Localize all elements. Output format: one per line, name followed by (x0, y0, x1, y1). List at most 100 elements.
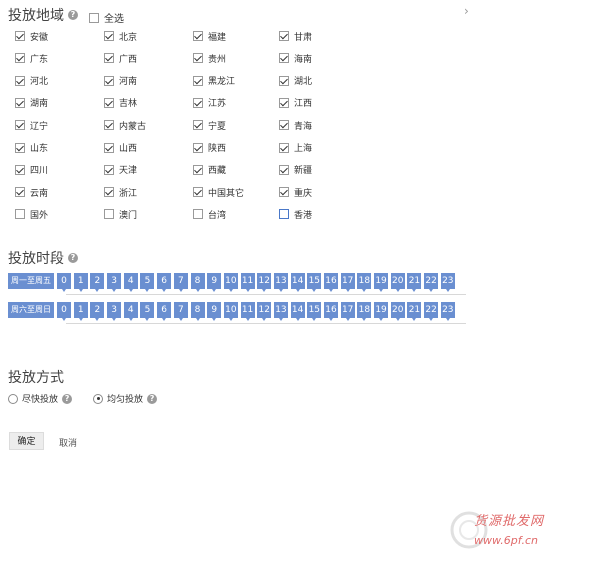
hour-slot[interactable]: 17 (340, 273, 355, 292)
hour-slot[interactable]: 13 (273, 273, 288, 292)
region-checkbox[interactable] (104, 209, 114, 220)
time-row-label[interactable]: 周一至周五 (8, 273, 54, 289)
region-checkbox-item[interactable]: 新疆 (279, 164, 312, 176)
region-checkbox-item[interactable]: 辽宁 (15, 119, 48, 132)
hour-slot[interactable]: 18 (357, 273, 372, 292)
region-checkbox-item[interactable]: 江苏 (193, 97, 226, 109)
region-checkbox-item[interactable]: 河北 (15, 75, 48, 87)
hour-slot[interactable]: 8 (190, 302, 205, 321)
region-checkbox-item[interactable]: 青海 (279, 119, 312, 132)
help-icon[interactable]: ? (68, 10, 78, 20)
hour-slot[interactable]: 2 (90, 273, 105, 292)
hour-slot[interactable]: 2 (90, 302, 105, 321)
help-icon[interactable]: ? (68, 253, 78, 263)
region-checkbox[interactable] (279, 31, 289, 41)
region-checkbox-item[interactable]: 香港 (279, 208, 312, 221)
hour-slot[interactable]: 13 (273, 302, 288, 321)
hour-slot[interactable]: 23 (440, 273, 455, 292)
region-checkbox-item[interactable]: 安徽 (15, 30, 48, 43)
hour-slot[interactable]: 20 (390, 302, 405, 321)
region-checkbox-item[interactable]: 河南 (104, 75, 137, 87)
radio-asap-circle[interactable] (8, 393, 18, 404)
select-all-checkbox[interactable]: 全选 (89, 10, 124, 25)
region-checkbox[interactable] (104, 164, 114, 175)
hour-slot[interactable]: 5 (140, 273, 155, 292)
hour-slot[interactable]: 12 (257, 302, 272, 321)
region-checkbox-item[interactable]: 山东 (15, 142, 48, 154)
hour-slot[interactable]: 14 (290, 273, 305, 292)
region-checkbox-item[interactable]: 吉林 (104, 97, 137, 109)
hour-slot[interactable]: 17 (340, 302, 355, 321)
hour-slot[interactable]: 12 (257, 273, 272, 292)
region-checkbox[interactable] (104, 97, 114, 108)
region-checkbox[interactable] (193, 209, 203, 220)
hour-slot[interactable]: 10 (223, 302, 238, 321)
hour-slot[interactable]: 21 (407, 273, 422, 292)
region-checkbox[interactable] (193, 97, 203, 108)
hour-slot[interactable]: 20 (390, 273, 405, 292)
hour-slot[interactable]: 10 (223, 273, 238, 292)
hour-slot[interactable]: 23 (440, 302, 455, 321)
hour-slot[interactable]: 8 (190, 273, 205, 292)
region-checkbox-item[interactable]: 甘肃 (279, 30, 312, 43)
hour-slot[interactable]: 18 (357, 302, 372, 321)
region-checkbox-item[interactable]: 湖北 (279, 75, 312, 87)
region-checkbox-item[interactable]: 广东 (15, 52, 48, 65)
hour-slot[interactable]: 3 (107, 302, 122, 321)
region-checkbox[interactable] (104, 31, 114, 41)
region-checkbox[interactable] (15, 97, 25, 108)
radio-asap[interactable]: 尽快投放 ? (8, 392, 73, 405)
region-checkbox[interactable] (104, 142, 114, 153)
region-checkbox[interactable] (193, 31, 203, 41)
region-checkbox-item[interactable]: 国外 (15, 208, 48, 221)
hour-slot[interactable]: 15 (307, 302, 322, 321)
hour-slot[interactable]: 1 (73, 273, 88, 292)
region-checkbox[interactable] (15, 187, 25, 198)
cancel-button[interactable]: 取消 (59, 436, 77, 449)
hour-slot[interactable]: 7 (173, 273, 188, 292)
region-checkbox-item[interactable]: 贵州 (193, 52, 226, 65)
hour-slot[interactable]: 7 (173, 302, 188, 321)
hour-slot[interactable]: 19 (374, 302, 389, 321)
region-checkbox[interactable] (15, 75, 25, 86)
hour-slot[interactable]: 6 (157, 302, 172, 321)
region-checkbox[interactable] (279, 164, 289, 175)
region-checkbox-item[interactable]: 西藏 (193, 164, 226, 176)
region-checkbox-item[interactable]: 浙江 (104, 186, 137, 199)
region-checkbox-item[interactable]: 江西 (279, 97, 312, 109)
hour-slot[interactable]: 9 (207, 273, 222, 292)
region-checkbox[interactable] (193, 120, 203, 131)
region-checkbox-item[interactable]: 北京 (104, 30, 137, 43)
hour-slot[interactable]: 9 (207, 302, 222, 321)
hour-slot[interactable]: 16 (324, 302, 338, 321)
hour-slot[interactable]: 14 (290, 302, 305, 321)
region-checkbox-item[interactable]: 黑龙江 (193, 75, 235, 87)
hour-slot[interactable]: 0 (57, 302, 71, 321)
region-checkbox[interactable] (279, 187, 289, 198)
region-checkbox-item[interactable]: 澳门 (104, 208, 137, 221)
region-checkbox[interactable] (279, 97, 289, 108)
region-checkbox[interactable] (15, 164, 25, 175)
region-checkbox-item[interactable]: 中国其它 (193, 186, 244, 199)
region-checkbox-item[interactable]: 海南 (279, 52, 312, 65)
region-checkbox-item[interactable]: 湖南 (15, 97, 48, 109)
region-checkbox[interactable] (279, 209, 289, 220)
radio-even[interactable]: 均匀投放 ? (93, 392, 158, 405)
hour-slot[interactable]: 11 (240, 273, 255, 292)
region-checkbox-item[interactable]: 天津 (104, 164, 137, 176)
region-checkbox[interactable] (104, 75, 114, 86)
region-checkbox-item[interactable]: 台湾 (193, 208, 226, 221)
region-checkbox[interactable] (193, 164, 203, 175)
region-checkbox[interactable] (104, 120, 114, 131)
hour-slot[interactable]: 22 (424, 273, 439, 292)
region-checkbox[interactable] (279, 75, 289, 86)
region-checkbox-item[interactable]: 重庆 (279, 186, 312, 199)
region-checkbox[interactable] (279, 120, 289, 131)
help-icon[interactable]: ? (62, 393, 73, 404)
hour-slot[interactable]: 3 (107, 273, 122, 292)
region-checkbox-item[interactable]: 内蒙古 (104, 119, 146, 132)
hour-slot[interactable]: 1 (73, 302, 88, 321)
region-checkbox[interactable] (193, 75, 203, 86)
radio-even-circle[interactable] (93, 393, 103, 404)
region-checkbox-item[interactable]: 四川 (15, 164, 48, 176)
